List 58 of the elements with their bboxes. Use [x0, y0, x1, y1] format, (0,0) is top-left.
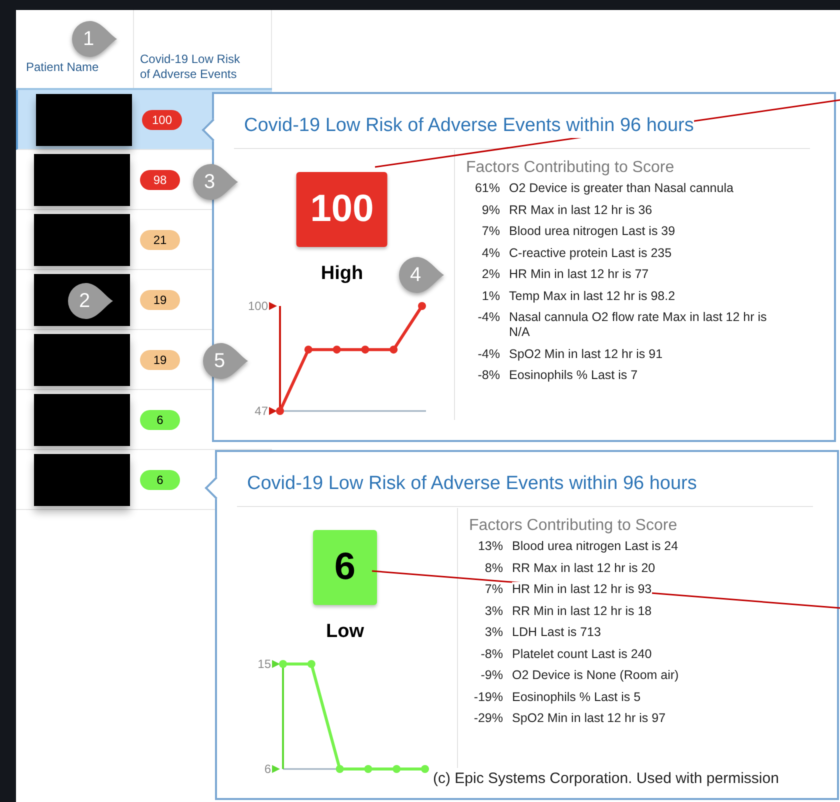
score-box: 6 [313, 530, 377, 605]
factor-text: Eosinophils % Last is 5 [512, 690, 641, 704]
risk-label: Low [325, 620, 365, 644]
callout-marker: 5 [202, 342, 248, 380]
factor-percent: 4% [480, 246, 500, 260]
score-badge: 6 [140, 470, 180, 490]
axis-tick-label: 6 [264, 762, 271, 776]
factor-percent: 7% [484, 582, 503, 597]
column-header[interactable]: Covid-19 Low Risk of Adverse Events [140, 52, 252, 82]
factor-percent: 2% [480, 267, 500, 282]
axis-tick-label: 47 [254, 404, 268, 418]
factor-percent: -9% [480, 668, 503, 683]
factor-text: SpO2 Min in last 12 hr is 91 [509, 346, 663, 362]
factor-text: Eosinophils % Last is 7 [509, 368, 638, 383]
factor-text: O2 Device is None (Room air) [512, 668, 679, 683]
factor-text: Blood urea nitrogen Last is 24 [512, 539, 678, 554]
factor-percent: 8% [484, 560, 503, 576]
factor-text: Platelet count Last is 240 [512, 646, 652, 662]
factor-percent: 3% [484, 625, 503, 640]
factor-text: RR Max in last 12 hr is 20 [512, 560, 656, 576]
factor-text: RR Min in last 12 hr is 18 [512, 604, 652, 618]
popup-title: Covid-19 Low Risk of Adverse Events within 96 hours [244, 114, 694, 138]
score-box: 100 [296, 172, 388, 247]
factor-percent: 9% [480, 202, 500, 218]
score-badge: 98 [140, 170, 180, 190]
column-header[interactable]: Patient Name [26, 58, 99, 76]
factor-text: Temp Max in last 12 hr is 98.2 [509, 288, 676, 304]
factor-percent: -19% [472, 690, 503, 704]
factor-text: SpO2 Min in last 12 hr is 97 [512, 711, 666, 726]
factors-heading: Factors Contributing to Score [466, 158, 676, 178]
callout-marker: 3 [192, 163, 238, 201]
factor-percent: 3% [484, 604, 503, 618]
score-badge: 19 [140, 350, 180, 370]
callout-marker: 2 [67, 282, 113, 320]
factor-text: O2 Device is greater than Nasal cannula [509, 181, 734, 196]
factor-percent: 61% [474, 181, 500, 196]
score-badge: 100 [142, 110, 182, 130]
score-badge: 19 [140, 290, 180, 310]
axis-tick-label: 15 [258, 657, 271, 671]
factor-percent: 13% [476, 539, 503, 554]
factor-percent: 1% [480, 288, 500, 304]
factor-percent: -4% [476, 346, 500, 362]
factor-text: Blood urea nitrogen Last is 39 [509, 224, 676, 239]
score-badge: 6 [140, 410, 180, 430]
axis-tick-label: 100 [248, 299, 268, 313]
callout-marker: 1 [71, 20, 117, 58]
factor-percent: -8% [480, 646, 503, 662]
callout-marker: 4 [398, 256, 444, 294]
factor-percent: 7% [480, 224, 500, 239]
factor-text: HR Min in last 12 hr is 93 [512, 582, 652, 597]
factor-text: RR Max in last 12 hr is 36 [509, 202, 652, 218]
factors-heading: Factors Contributing to Score [469, 516, 678, 536]
factor-percent: -4% [476, 310, 500, 326]
factor-percent: -8% [476, 368, 500, 383]
factor-text: C-reactive protein Last is 235 [509, 246, 672, 260]
risk-label: High [320, 262, 364, 286]
factor-percent: -29% [472, 711, 503, 726]
score-badge: 21 [140, 230, 180, 250]
